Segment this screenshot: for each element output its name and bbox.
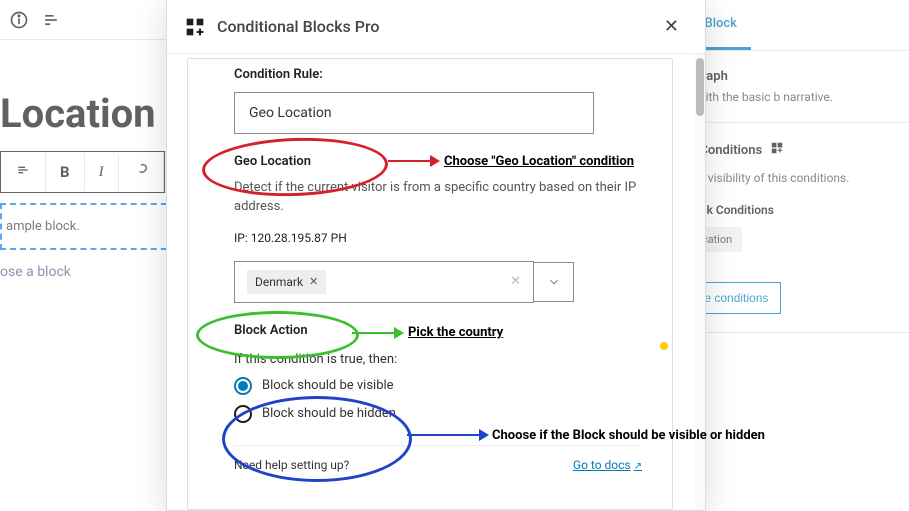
ip-info: IP: 120.28.195.87 PH [234, 231, 642, 245]
help-text: Need help setting up? [234, 458, 349, 472]
radio-visible-label: Block should be visible [262, 378, 394, 393]
docs-link[interactable]: Go to docs↗ [573, 458, 642, 472]
scrollbar-track[interactable] [695, 54, 705, 510]
remove-country-icon[interactable]: ✕ [309, 275, 318, 288]
geo-location-desc: Detect if the current visitor is from a … [234, 179, 642, 217]
block-action-intro: If this condition is true, then: [234, 352, 642, 367]
scrollbar-thumb[interactable] [696, 58, 704, 116]
modal-header: Conditional Blocks Pro ✕ [167, 0, 705, 54]
modal-title: Conditional Blocks Pro [217, 17, 380, 36]
modal-body: Condition Rule: Geo Location Geo Locatio… [167, 54, 693, 510]
geo-location-heading: Geo Location [234, 154, 642, 169]
radio-visible[interactable]: Block should be visible [234, 377, 642, 395]
condition-rule-label: Condition Rule: [234, 67, 642, 82]
radio-hidden-input[interactable] [234, 405, 252, 423]
country-select[interactable]: Denmark ✕ ✕ [234, 261, 534, 303]
conditional-blocks-modal: Conditional Blocks Pro ✕ Condition Rule:… [166, 0, 706, 511]
conditional-blocks-icon [185, 17, 205, 37]
external-link-icon: ↗ [634, 461, 642, 472]
country-tag: Denmark ✕ [247, 270, 326, 294]
radio-hidden-label: Block should be hidden [262, 406, 396, 421]
country-dropdown-toggle[interactable] [534, 262, 574, 302]
unsaved-changes-icon [660, 342, 668, 350]
close-icon[interactable]: ✕ [656, 12, 687, 41]
radio-visible-input[interactable] [234, 377, 252, 395]
condition-rule-select[interactable]: Geo Location [234, 92, 594, 134]
radio-hidden[interactable]: Block should be hidden [234, 405, 642, 423]
country-tag-label: Denmark [255, 275, 303, 289]
clear-all-icon[interactable]: ✕ [510, 274, 521, 289]
block-action-label: Block Action [234, 323, 642, 338]
